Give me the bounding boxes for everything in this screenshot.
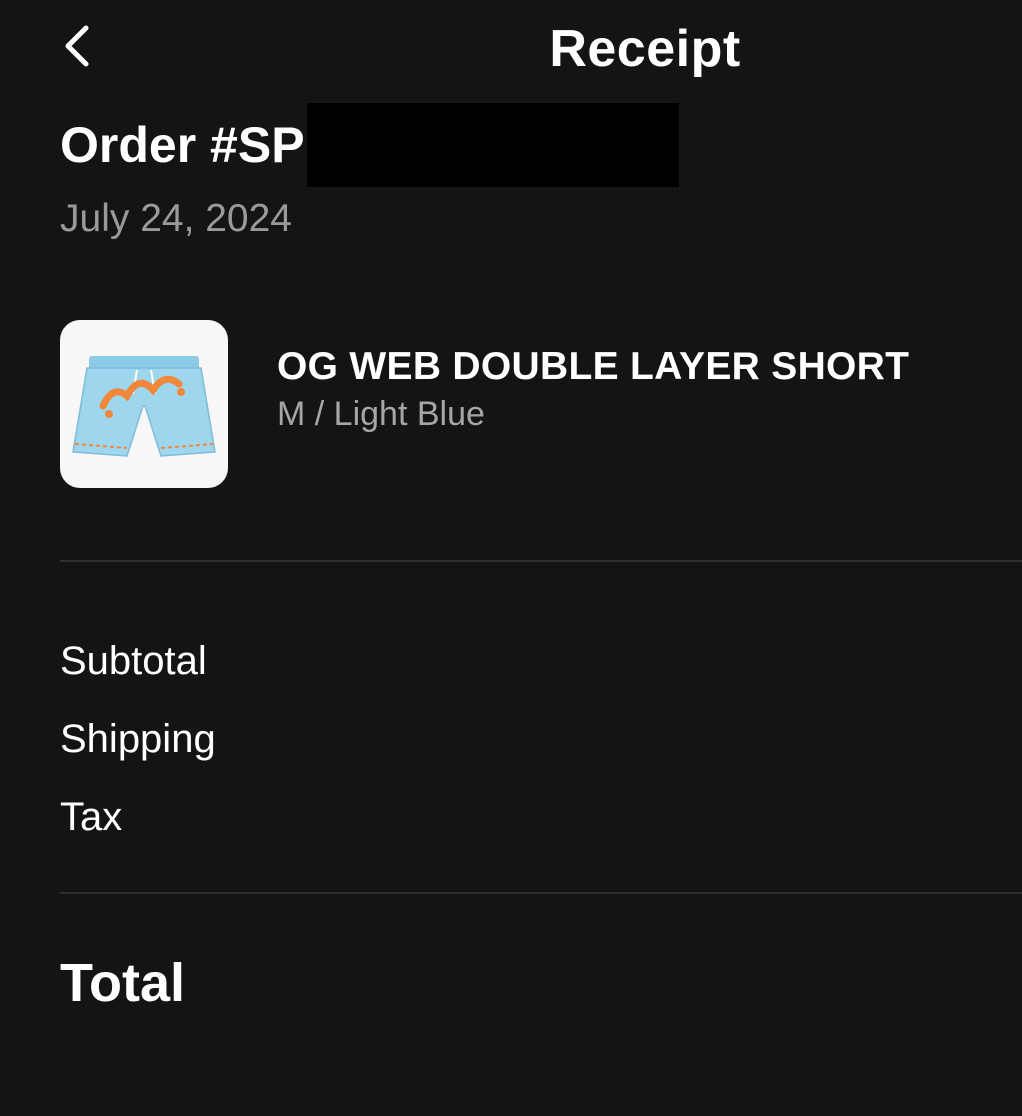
shorts-image	[72, 356, 216, 457]
subtotal-label: Subtotal	[60, 639, 207, 683]
product-variant: M / Light Blue	[277, 395, 485, 433]
tax-label: Tax	[60, 795, 123, 839]
order-number: Order #SP	[60, 117, 305, 173]
chevron-left-icon	[65, 25, 89, 67]
order-date: July 24, 2024	[60, 197, 293, 240]
product-thumbnail	[60, 320, 228, 488]
line-item[interactable]: OG WEB DOUBLE LAYER SHORT M / Light Blue	[60, 320, 909, 488]
divider	[60, 892, 1022, 894]
shipping-label: Shipping	[60, 717, 216, 761]
receipt-screen: Receipt Order #SP July 24, 2024 OG WEB D…	[0, 0, 1022, 1116]
total-label: Total	[60, 953, 185, 1013]
product-name: OG WEB DOUBLE LAYER SHORT	[277, 345, 910, 388]
back-button[interactable]	[52, 18, 102, 74]
divider	[60, 560, 1022, 562]
page-title: Receipt	[549, 20, 741, 78]
redaction-box	[306, 103, 679, 187]
order-header: Order #SP	[60, 102, 679, 188]
product-info: OG WEB DOUBLE LAYER SHORT M / Light Blue	[277, 342, 909, 436]
